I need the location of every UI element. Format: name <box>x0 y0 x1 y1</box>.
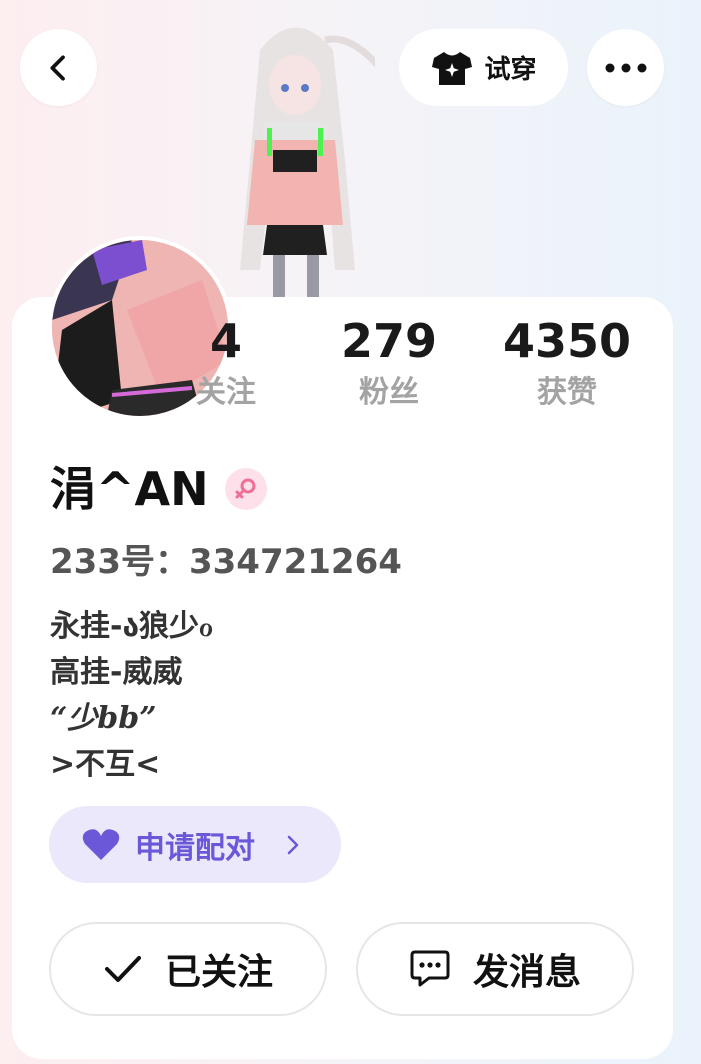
user-id: 233号：334721264 <box>50 542 402 582</box>
following-count: 4 <box>209 314 242 368</box>
bio: 永挂-ა狼少ℴ 高挂-威威 “少bb” >不互< <box>50 604 213 788</box>
fans-count: 279 <box>340 314 438 368</box>
back-button[interactable] <box>20 29 97 106</box>
chevron-right-icon <box>287 835 299 854</box>
stat-fans[interactable]: 279 粉丝 <box>334 318 444 408</box>
bio-line-3: “少bb” <box>50 701 157 736</box>
apply-match-label: 申请配对 <box>135 830 255 866</box>
send-message-label: 发消息 <box>472 952 581 993</box>
bio-line-2: 高挂-威威 <box>50 655 183 690</box>
likes-count: 4350 <box>502 314 632 368</box>
profile-name: 涓^AN <box>50 462 209 516</box>
bio-line-1: 永挂-ა狼少ℴ <box>50 609 214 644</box>
apply-match-button[interactable]: 申请配对 <box>49 806 341 883</box>
fans-label: 粉丝 <box>359 375 419 410</box>
stat-following[interactable]: 4 关注 <box>186 318 266 408</box>
female-icon <box>224 468 267 510</box>
heart-icon <box>82 828 120 860</box>
check-icon <box>104 956 141 982</box>
followed-button[interactable]: 已关注 <box>49 922 327 1016</box>
likes-label: 获赞 <box>537 375 597 410</box>
chevron-left-icon <box>49 54 65 81</box>
more-dots-icon <box>605 63 646 72</box>
try-on-label: 试穿 <box>484 55 537 85</box>
avatar-character-illustration <box>240 27 375 300</box>
followed-label: 已关注 <box>164 952 273 993</box>
following-label: 关注 <box>196 375 256 410</box>
try-on-button[interactable]: 试穿 <box>399 29 568 106</box>
bio-line-4: >不互< <box>50 747 161 782</box>
name-row: 涓^AN <box>50 466 267 512</box>
tshirt-icon <box>432 51 473 85</box>
chat-bubble-icon <box>410 950 450 987</box>
stat-likes[interactable]: 4350 获赞 <box>492 318 642 408</box>
send-message-button[interactable]: 发消息 <box>356 922 634 1016</box>
more-button[interactable] <box>587 29 664 106</box>
